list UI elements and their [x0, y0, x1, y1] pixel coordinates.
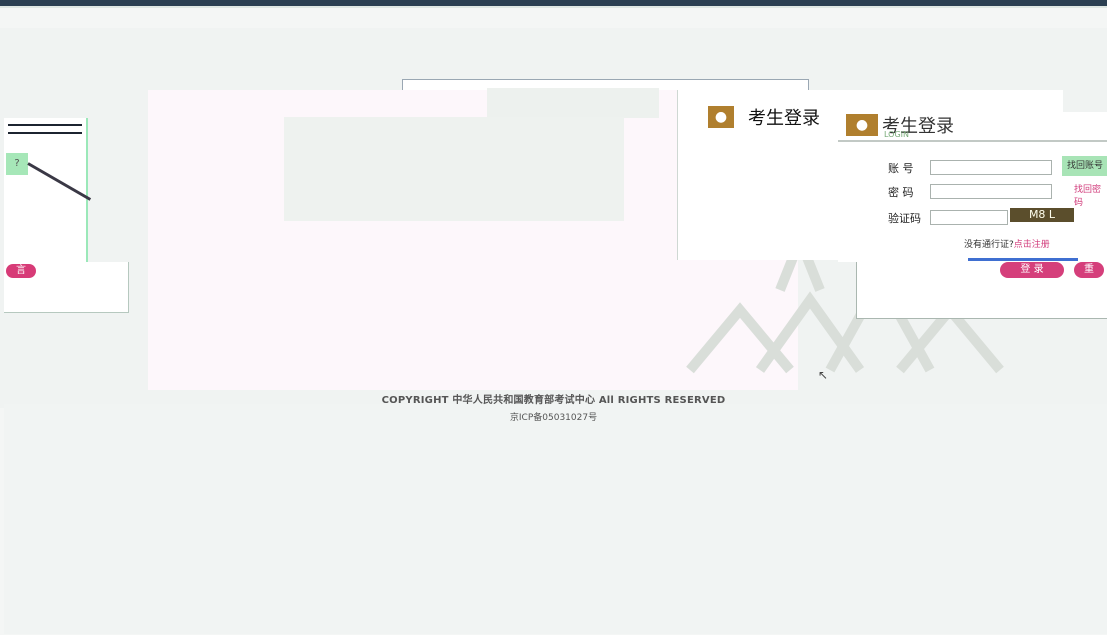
footer-icp: 京ICP备05031027号: [509, 413, 598, 423]
find-account-button[interactable]: ?: [6, 153, 28, 175]
captcha-image[interactable]: M8 L: [1010, 208, 1074, 222]
find-password-link[interactable]: 找回密码: [1074, 182, 1107, 208]
password-input[interactable]: [930, 184, 1052, 199]
page-bottom: [4, 404, 1107, 634]
login-button[interactable]: 登 录: [1000, 262, 1064, 278]
login-panel-secondary: ● 考生登录 LOGIN 账 号 密 码 验证码 M8 L 找回账号 找回密码 …: [838, 112, 1107, 262]
reset-button[interactable]: 重: [1074, 262, 1104, 278]
password-label: 密 码: [888, 186, 914, 199]
account-label: 账 号: [888, 162, 914, 175]
register-prompt: 没有通行证?点击注册: [964, 237, 1050, 250]
user-icon: ●: [846, 114, 878, 136]
action-buttons: 登 录 重: [1000, 262, 1104, 280]
divider: [8, 132, 82, 134]
accent-bar: [968, 258, 1078, 261]
placeholder-block: [284, 117, 624, 221]
user-icon: ●: [708, 106, 734, 128]
placeholder-block-top: [487, 88, 659, 118]
captcha-input[interactable]: [930, 210, 1008, 225]
captcha-label: 验证码: [888, 212, 921, 225]
divider: [8, 124, 82, 126]
left-card-footer: 言: [4, 262, 129, 313]
login-title: 考生登录: [748, 108, 820, 129]
register-prompt-text: 没有通行证?: [964, 240, 1014, 250]
login-subtitle: LOGIN: [884, 130, 910, 139]
find-account-button[interactable]: 找回账号: [1062, 156, 1107, 176]
left-pill-button[interactable]: 言: [6, 264, 36, 278]
footer-copyright: COPYRIGHT 中华人民共和国教育部考试中心 All RIGHTS RESE…: [381, 395, 726, 406]
login-divider: [838, 140, 1107, 142]
register-link[interactable]: 点击注册: [1014, 240, 1050, 250]
mouse-cursor-icon: ↖: [818, 368, 829, 382]
account-input[interactable]: [930, 160, 1052, 175]
top-divider: [0, 6, 1107, 8]
